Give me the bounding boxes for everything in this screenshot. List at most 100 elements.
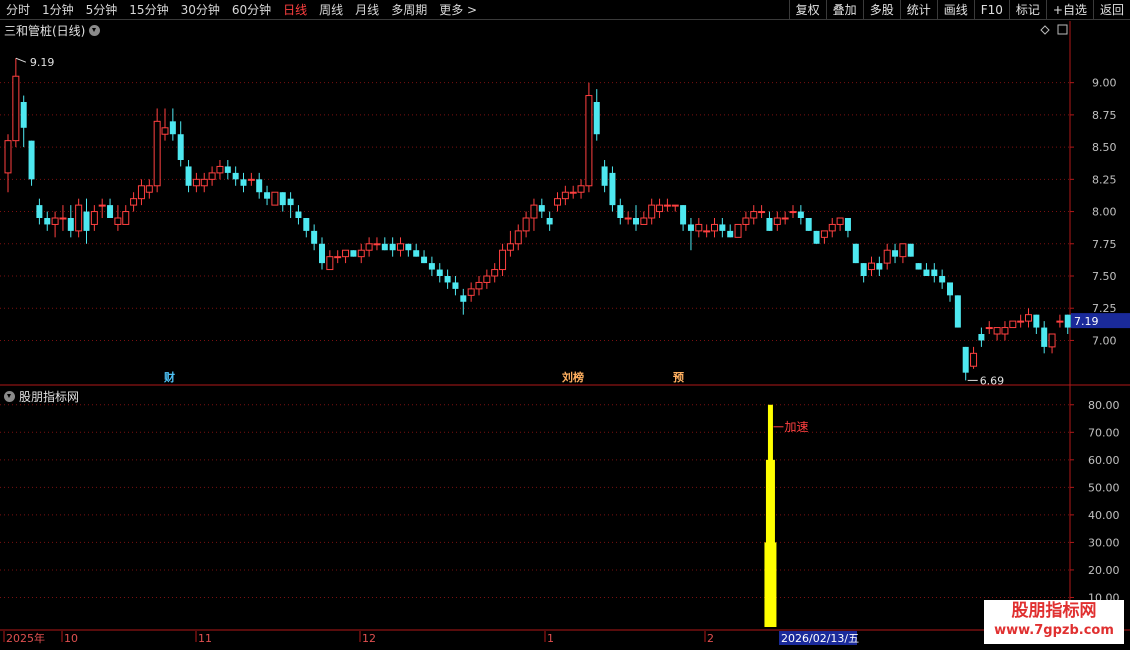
candle-body-51 <box>405 243 412 251</box>
candle-body-122 <box>962 346 969 373</box>
candle-body-82 <box>648 204 656 219</box>
candle-body-98 <box>773 217 781 225</box>
period-tab-3[interactable]: 15分钟 <box>123 0 174 20</box>
period-tab-5[interactable]: 60分钟 <box>226 0 277 20</box>
candle-body-59 <box>467 288 475 296</box>
candle-body-34 <box>271 191 279 206</box>
candle-body-78 <box>617 205 624 218</box>
candle-body-136 <box>1072 320 1080 329</box>
candle-body-104 <box>820 230 828 238</box>
low-price-label: 6.69 <box>980 374 1005 387</box>
candle-body-39 <box>311 230 318 244</box>
candle-body-14 <box>114 217 122 225</box>
toolbar-button-2[interactable]: 多股 <box>862 0 900 20</box>
panel-toggle-icon <box>1057 24 1068 35</box>
toolbar-button-6[interactable]: 标记 <box>1008 0 1046 20</box>
candle-body-27 <box>216 165 224 174</box>
candle-body-22 <box>177 134 184 160</box>
candle-body-74 <box>585 95 593 187</box>
candle-body-4 <box>36 205 43 218</box>
candle-body-126 <box>993 327 1001 335</box>
cursor-date-box <box>779 631 857 645</box>
dropdown-circle-icon[interactable] <box>89 25 101 36</box>
candle-body-17 <box>137 185 145 200</box>
chart-canvas: 7.007.257.507.758.008.258.508.759.0010.0… <box>0 21 1130 645</box>
dropdown-circle-icon[interactable] <box>4 391 15 402</box>
candle-body-73 <box>577 185 585 193</box>
main-tick-label-6: 8.50 <box>1092 141 1117 154</box>
candle-body-47 <box>373 243 381 246</box>
candle-body-1 <box>12 75 20 142</box>
period-tab-7[interactable]: 周线 <box>313 0 349 20</box>
main-panel-header: 三和管桩(日线) <box>4 22 101 39</box>
cursor-date-label: 2026/02/13/五 <box>781 632 859 645</box>
candle-body-81 <box>640 217 648 225</box>
period-tab-8[interactable]: 月线 <box>349 0 385 20</box>
event-marker-2: 预 <box>673 370 684 384</box>
period-tab-9[interactable]: 多周期 <box>385 0 433 20</box>
candle-body-13 <box>107 205 114 218</box>
candle-body-95 <box>750 211 758 219</box>
candle-body-37 <box>295 211 302 218</box>
candle-body-128 <box>1009 320 1017 329</box>
candle-body-38 <box>303 218 310 231</box>
main-tick-label-7: 8.75 <box>1092 109 1117 122</box>
diamond-icon <box>1040 25 1050 35</box>
stock-title: 三和管桩(日线) <box>4 24 86 38</box>
toolbar-button-8[interactable]: 返回 <box>1092 0 1130 20</box>
candle-body-90 <box>711 223 718 232</box>
candle-body-42 <box>334 256 342 259</box>
candle-body-134 <box>1056 320 1064 323</box>
time-axis-label-5: 2 <box>707 632 714 645</box>
candle-body-106 <box>836 217 844 225</box>
period-tab-6[interactable]: 日线 <box>277 0 313 20</box>
period-tab-10[interactable]: 更多 > <box>433 0 483 20</box>
candle-body-94 <box>742 217 750 225</box>
function-buttons: 复权 叠加 多股 统计 画线 F10 标记 +自选 返回 <box>788 0 1130 20</box>
candle-body-35 <box>279 192 286 206</box>
candle-body-53 <box>421 256 428 264</box>
candle-body-44 <box>350 250 357 257</box>
candle-body-48 <box>381 243 388 251</box>
period-tab-2[interactable]: 5分钟 <box>80 0 124 20</box>
candle-body-71 <box>561 191 569 200</box>
candle-body-114 <box>899 243 907 258</box>
candle-body-121 <box>954 295 961 328</box>
candle-body-116 <box>915 263 922 270</box>
candle-body-111 <box>876 263 883 270</box>
indicator-tick-label-4: 50.00 <box>1088 481 1120 494</box>
toolbar-button-1[interactable]: 叠加 <box>825 0 863 20</box>
candle-body-127 <box>1001 327 1009 335</box>
candle-body-64 <box>506 243 514 251</box>
candle-body-24 <box>192 178 200 187</box>
high-arrow <box>15 57 27 63</box>
period-tab-0[interactable]: 分时 <box>0 0 36 20</box>
candle-body-12 <box>98 204 106 207</box>
period-toolbar: 分时 1分钟 5分钟 15分钟 30分钟 60分钟 日线 周线 月线 多周期 更多 > 复权 叠加 多股… <box>0 0 1130 20</box>
candle-body-2 <box>20 102 27 128</box>
candle-body-31 <box>247 178 255 181</box>
period-tab-4[interactable]: 30分钟 <box>175 0 226 20</box>
toolbar-button-5[interactable]: F10 <box>973 0 1009 20</box>
indicator-title: 股朋指标网 <box>19 390 80 404</box>
toolbar-button-7[interactable]: +自选 <box>1045 0 1093 20</box>
toolbar-button-0[interactable]: 复权 <box>788 0 826 20</box>
candle-body-41 <box>326 256 334 271</box>
time-axis-label-0: 2025年 <box>6 631 45 645</box>
candle-body-72 <box>569 191 577 194</box>
event-marker-1: 刘榜 <box>562 370 584 384</box>
toolbar-button-3[interactable]: 统计 <box>899 0 937 20</box>
toolbar-button-4[interactable]: 画线 <box>936 0 974 20</box>
main-tick-label-8: 9.00 <box>1092 77 1117 90</box>
candle-body-3 <box>28 140 35 180</box>
candle-body-70 <box>554 198 561 206</box>
candle-body-118 <box>931 269 938 276</box>
candle-body-124 <box>978 334 985 341</box>
candle-body-109 <box>860 263 867 276</box>
period-tab-1[interactable]: 1分钟 <box>36 0 80 20</box>
indicator-tick-label-5: 60.00 <box>1088 454 1120 467</box>
candle-body-66 <box>522 217 530 232</box>
time-axis-label-2: 11 <box>198 632 212 645</box>
indicator-panel-header: 股朋指标网 <box>4 388 79 405</box>
candle-body-36 <box>287 198 294 206</box>
